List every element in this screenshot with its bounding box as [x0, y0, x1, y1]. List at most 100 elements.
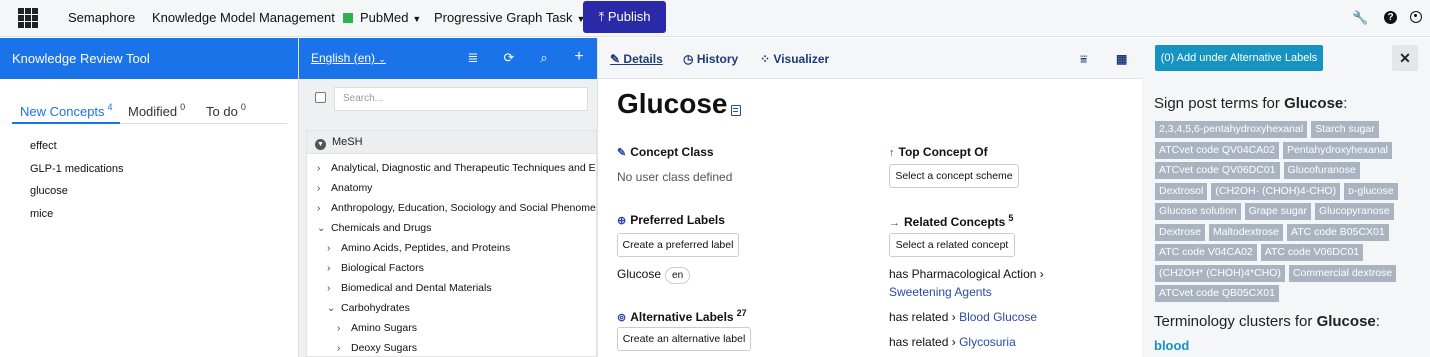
add-icon[interactable]: +	[571, 48, 587, 66]
chevron-right-icon[interactable]: ›	[337, 319, 351, 339]
tree-node[interactable]: › Anthropology, Education, Sociology and …	[307, 198, 596, 218]
tree-root-label: MeSH	[332, 136, 363, 148]
chevron-right-icon[interactable]: ›	[327, 239, 341, 259]
relation-label: has Pharmacological Action	[889, 267, 1037, 281]
list-item[interactable]: mice	[30, 208, 124, 231]
signpost-term[interactable]: ATCvet code QV06DC01	[1155, 162, 1280, 179]
list-item[interactable]: effect	[30, 140, 124, 163]
signpost-term[interactable]: ATC code V04CA02	[1155, 244, 1257, 261]
apps-grid-icon[interactable]	[18, 8, 38, 28]
related-link[interactable]: Blood Glucose	[959, 310, 1037, 324]
signpost-term[interactable]: (CH2OH· (CHOH)4-CHO)	[1211, 182, 1341, 200]
task-selector[interactable]: Progressive Graph Task ▼	[434, 0, 585, 37]
list-item[interactable]: GLP-1 medications	[30, 163, 124, 186]
tree-node[interactable]: › Analytical, Diagnostic and Therapeutic …	[307, 158, 596, 178]
tab-count: 0	[240, 102, 246, 112]
filter-icon[interactable]: ⩸	[1080, 52, 1087, 67]
select-concept-scheme-button[interactable]: Select a concept scheme	[889, 164, 1019, 188]
project-selector[interactable]: PubMed ▼	[343, 0, 421, 37]
chevron-right-icon[interactable]: ›	[337, 339, 351, 356]
tree-node[interactable]: › Deoxy Sugars	[307, 338, 596, 356]
pencil-icon: ✎	[610, 52, 621, 66]
refresh-icon[interactable]: ⟳	[501, 50, 517, 66]
chevron-down-icon[interactable]: ⌄	[327, 299, 341, 319]
help-icon[interactable]: ?	[1384, 11, 1397, 24]
wrench-icon[interactable]: 🔧	[1352, 10, 1368, 26]
tree-root-mesh[interactable]: ▼ MeSH	[307, 131, 596, 154]
chevron-right-icon[interactable]: ›	[327, 259, 341, 279]
chevron-right-icon: ›	[951, 335, 956, 349]
tab-count: 0	[180, 102, 186, 112]
tab-details[interactable]: ✎ Details	[610, 52, 663, 66]
tab-visualizer[interactable]: ⁘ Visualizer	[760, 52, 829, 66]
tab-new-concepts[interactable]: New Concepts 4	[12, 88, 120, 124]
heading-label: Alternative Labels	[630, 310, 734, 324]
clusters-heading: Terminology clusters for Glucose:	[1154, 313, 1380, 330]
signpost-term[interactable]: ATC code V06DC01	[1260, 244, 1364, 261]
cluster-item[interactable]: blood	[1154, 338, 1189, 353]
signpost-term[interactable]: Glucopyranose	[1315, 203, 1394, 220]
signpost-term[interactable]: Commercial dextrose	[1288, 264, 1397, 282]
collapse-circle-icon[interactable]: ▼	[315, 139, 326, 150]
grid-view-icon[interactable]: ▦	[1116, 52, 1127, 66]
signpost-term[interactable]: ATC code B05CX01	[1286, 223, 1389, 241]
related-link[interactable]: Sweetening Agents	[889, 285, 992, 299]
language-label: English (en)	[311, 51, 376, 65]
review-tabs: New Concepts 4 Modified 0 To do 0	[12, 88, 287, 124]
signpost-term[interactable]: ᴅ-glucose	[1344, 182, 1398, 200]
signpost-terms: 2,3,4,5,6-pentahydroxyhexanal Starch suga…	[1155, 121, 1415, 306]
create-preferred-label-button[interactable]: Create a preferred label	[617, 233, 739, 257]
signpost-term[interactable]: Dextrosol	[1155, 182, 1208, 200]
module-menu[interactable]: Knowledge Model Management	[152, 0, 335, 37]
signpost-term[interactable]: Grape sugar	[1244, 203, 1312, 220]
related-link[interactable]: Glycosuria	[959, 335, 1016, 349]
close-icon[interactable]: ✕	[1392, 45, 1418, 71]
signpost-term[interactable]: 2,3,4,5,6-pentahydroxyhexanal	[1155, 121, 1308, 138]
list-view-icon[interactable]: ≣	[465, 50, 481, 66]
chevron-right-icon[interactable]: ›	[317, 159, 331, 179]
tree-node[interactable]: ⌄ Carbohydrates	[307, 298, 596, 318]
tab-to-do[interactable]: To do 0	[206, 88, 246, 124]
tree-node[interactable]: › Amino Sugars	[307, 318, 596, 338]
list-item[interactable]: glucose	[30, 185, 124, 208]
chevron-right-icon[interactable]: ›	[327, 279, 341, 299]
tree-node-label: Biomedical and Dental Materials	[341, 282, 492, 294]
tree-node[interactable]: ⌄ Chemicals and Drugs	[307, 218, 596, 238]
signpost-term[interactable]: Pentahydroxyhexanal	[1282, 141, 1392, 159]
select-related-concept-button[interactable]: Select a related concept	[889, 233, 1015, 257]
publish-label: Publish	[607, 9, 651, 24]
chevron-right-icon[interactable]: ›	[317, 179, 331, 199]
signpost-term[interactable]: Glucofuranose	[1283, 162, 1360, 179]
zoom-icon[interactable]: ⌕	[536, 50, 552, 66]
signpost-term[interactable]: ATCvet code QV04CA02	[1155, 141, 1279, 159]
tab-label: To do	[206, 104, 238, 119]
tree-node-label: Amino Sugars	[351, 322, 417, 334]
signpost-term[interactable]: Glucose solution	[1155, 203, 1241, 220]
select-all-checkbox[interactable]	[315, 92, 326, 103]
tab-modified[interactable]: Modified 0	[128, 88, 185, 124]
signpost-term[interactable]: Dextrose	[1155, 223, 1206, 241]
document-icon[interactable]	[731, 105, 741, 116]
signpost-term[interactable]: Starch sugar	[1311, 121, 1379, 138]
search-input[interactable]: Search...	[334, 87, 588, 111]
concept-class-value: No user class defined	[617, 170, 733, 184]
tab-history[interactable]: ◷ History	[683, 52, 738, 66]
tree-node[interactable]: › Biological Factors	[307, 258, 596, 278]
signpost-term[interactable]: ATCvet code QB05CX01	[1155, 285, 1279, 302]
create-alternative-label-button[interactable]: Create an alternative label	[617, 327, 751, 351]
chevron-right-icon[interactable]: ›	[317, 199, 331, 219]
language-selector[interactable]: English (en) ⌄	[311, 51, 386, 65]
heading-label: Preferred Labels	[630, 213, 725, 227]
signpost-term[interactable]: (CH2OH* (CHOH)4*CHO)	[1155, 264, 1285, 282]
chevron-down-icon[interactable]: ⌄	[317, 219, 331, 239]
add-alternative-labels-button[interactable]: (0) Add under Alternative Labels	[1155, 45, 1323, 71]
tree-node[interactable]: › Amino Acids, Peptides, and Proteins	[307, 238, 596, 258]
user-icon[interactable]	[1410, 11, 1422, 23]
app-name[interactable]: Semaphore	[68, 0, 135, 37]
tree-node[interactable]: › Anatomy	[307, 178, 596, 198]
signpost-term[interactable]: Maltodextrose	[1209, 223, 1283, 241]
concept-class-heading: ✎ Concept Class	[617, 145, 714, 159]
tree-node-label: Anthropology, Education, Sociology and S…	[331, 202, 597, 214]
tree-node[interactable]: › Biomedical and Dental Materials	[307, 278, 596, 298]
publish-button[interactable]: ⤒ Publish	[583, 1, 666, 33]
